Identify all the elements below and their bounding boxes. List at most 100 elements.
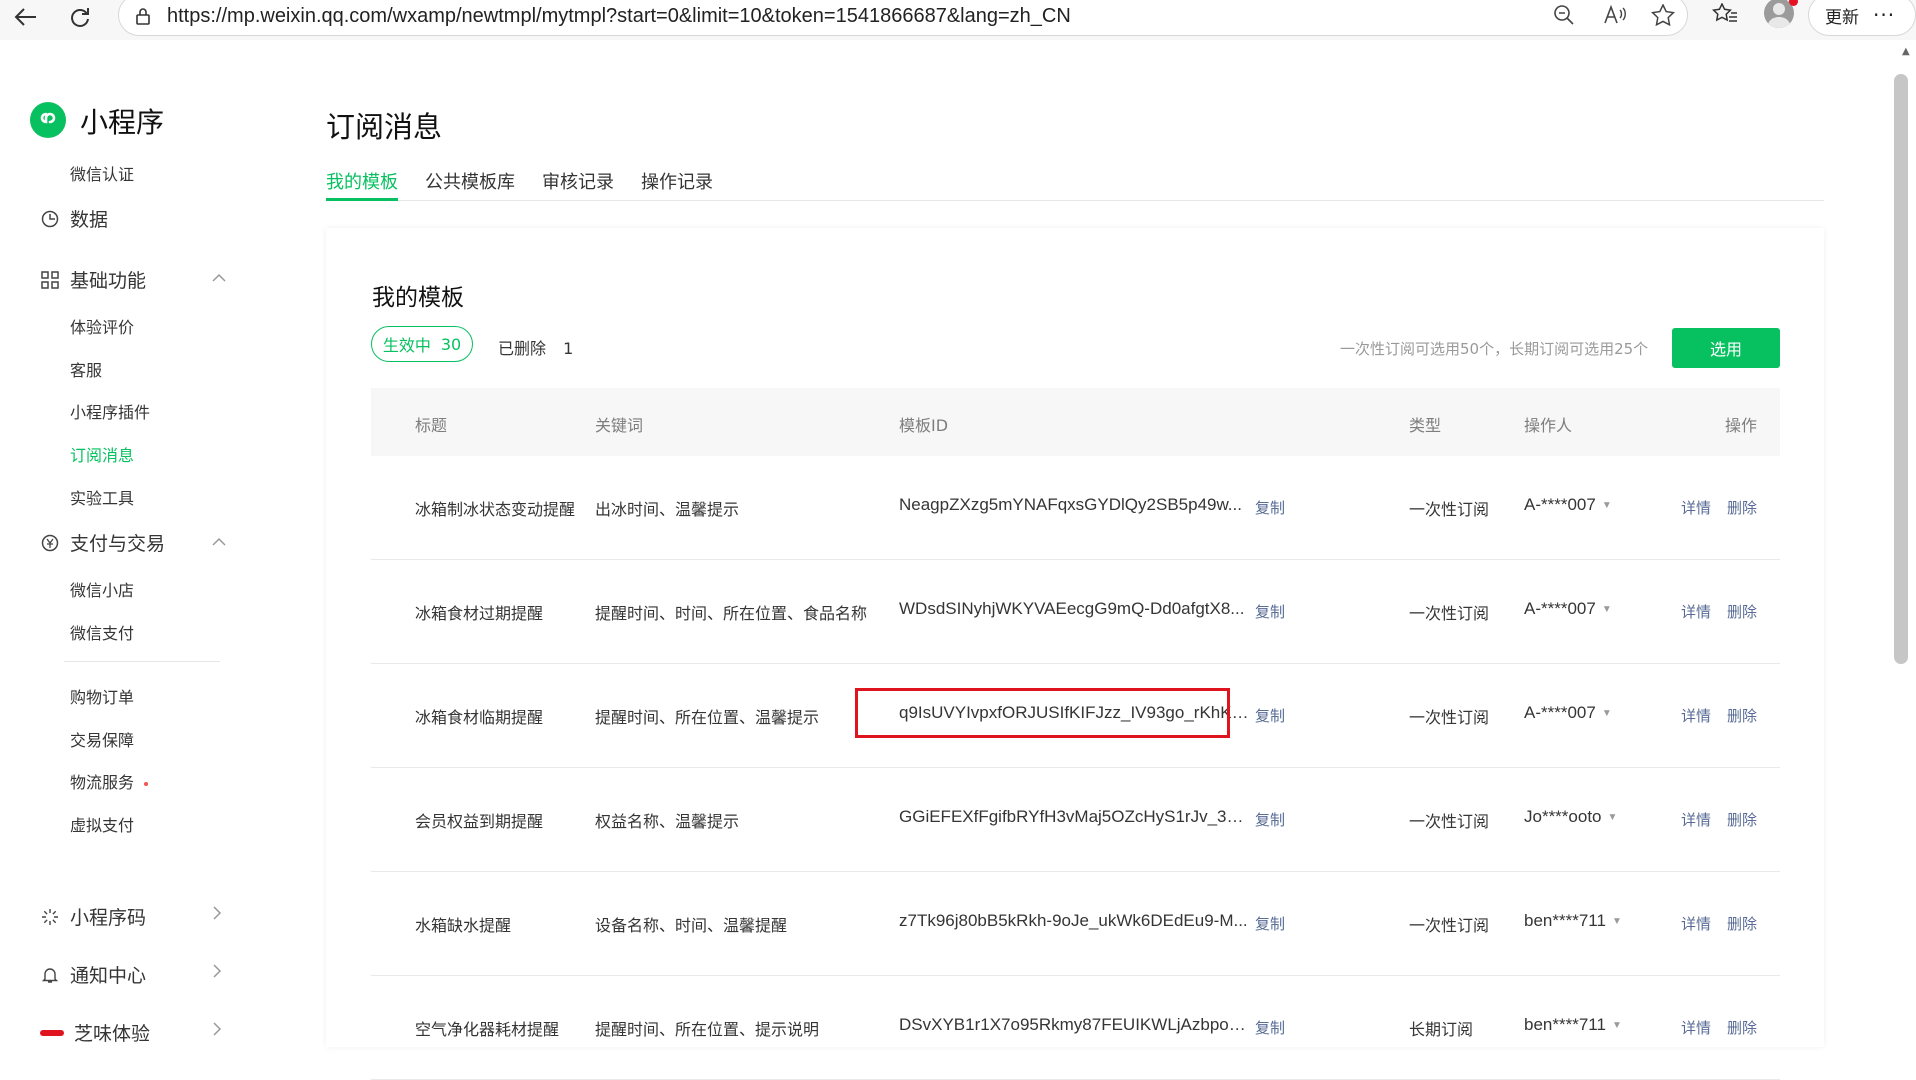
delete-link[interactable]: 删除 [1727,705,1757,726]
table-row: 冰箱制冰状态变动提醒 出冰时间、温馨提示 NeagpZXzg5mYNAFqxsGYD… [371,456,1780,560]
detail-link[interactable]: 详情 [1681,913,1711,934]
filter-label: 生效中 [382,336,431,355]
scrollbar-thumb[interactable] [1894,74,1908,664]
table-row: 水箱缺水提醒 设备名称、时间、温馨提醒 z7Tk96j80bB5kRkh-9oJe_… [371,872,1780,976]
sidebar-item-label: 数据 [70,209,109,231]
tab-public-library[interactable]: 公共模板库 [425,168,515,194]
sidebar-item-label: 物流服务 [70,773,135,792]
sidebar-item-qrcode[interactable]: 小程序码 [40,903,146,930]
filter-deleted[interactable]: 已删除 1 [498,335,573,359]
filter-active[interactable]: 生效中 30 [371,326,473,362]
copy-link[interactable]: 复制 [1255,809,1285,830]
copy-link[interactable]: 复制 [1255,913,1285,934]
sidebar-item-notify[interactable]: 通知中心 [40,961,146,988]
row-operator[interactable]: ben****711 ▼ [1524,1015,1622,1035]
read-aloud-icon[interactable] [1603,4,1627,30]
favorites-list-icon[interactable] [1711,2,1738,29]
copy-link[interactable]: 复制 [1255,705,1285,726]
sidebar-item-wechat-auth[interactable]: 微信认证 [70,161,134,185]
zoom-icon[interactable] [1553,4,1575,30]
caret-down-icon[interactable]: ▼ [1612,916,1622,927]
caret-down-icon[interactable]: ▼ [1608,812,1618,823]
sidebar-item-orders[interactable]: 购物订单 [70,684,134,708]
copy-link[interactable]: 复制 [1255,1017,1285,1038]
row-title: 空气净化器耗材提醒 [415,1020,560,1039]
row-title: 会员权益到期提醒 [415,812,544,831]
operator-name: ben****711 [1524,911,1606,930]
sidebar-item-label: 小程序码 [70,907,147,929]
miniprogram-logo-icon[interactable] [30,102,66,138]
chevron-right-icon[interactable] [212,905,222,924]
row-operator[interactable]: Jo****ooto ▼ [1524,807,1617,827]
chevron-up-icon[interactable] [212,268,226,287]
delete-link[interactable]: 删除 [1727,809,1757,830]
table-row: 会员权益到期提醒 权益名称、温馨提示 GGiEFEXfFgifbRYfH3vMaj5… [371,768,1780,872]
sidebar-item-protect[interactable]: 交易保障 [70,727,134,751]
lock-icon [135,7,151,29]
scroll-up-icon[interactable]: ▲ [1902,46,1910,57]
detail-link[interactable]: 详情 [1681,601,1711,622]
chevron-right-icon[interactable] [212,963,222,982]
filter-count: 1 [563,339,574,358]
sidebar-item-shop[interactable]: 微信小店 [70,577,134,601]
sidebar-group-basic[interactable]: 基础功能 [40,266,146,293]
address-bar[interactable]: https://mp.weixin.qq.com/wxamp/newtmpl/m… [118,0,1688,36]
detail-link[interactable]: 详情 [1681,705,1711,726]
delete-link[interactable]: 删除 [1727,601,1757,622]
sidebar-item-virtual-pay[interactable]: 虚拟支付 [70,812,134,836]
row-title: 冰箱制冰状态变动提醒 [415,500,576,519]
row-keywords: 出冰时间、温馨提示 [595,500,740,519]
detail-link[interactable]: 详情 [1681,809,1711,830]
row-template-id: WDsdSINyhjWKYVAEecgG9mQ-Dd0afgtX8... [899,599,1245,618]
row-operator[interactable]: A-****007 ▼ [1524,495,1612,515]
sidebar-divider [64,661,220,662]
row-type: 长期订阅 [1409,1020,1474,1039]
select-template-button[interactable]: 选用 [1672,328,1780,368]
detail-link[interactable]: 详情 [1681,497,1711,518]
sidebar-item-experience[interactable]: 体验评价 [70,314,134,338]
row-template-id: NeagpZXzg5mYNAFqxsGYDlQy2SB5p49w... [899,495,1242,514]
sidebar-item-logistics[interactable]: 物流服务 [70,769,149,793]
sidebar-item-zhiwei[interactable]: 芝味体验 [40,1019,150,1046]
row-operator[interactable]: A-****007 ▼ [1524,599,1612,619]
sidebar-item-lab[interactable]: 实验工具 [70,485,134,509]
copy-link[interactable]: 复制 [1255,497,1285,518]
delete-link[interactable]: 删除 [1727,1017,1757,1038]
delete-link[interactable]: 删除 [1727,497,1757,518]
table-row: 空气净化器耗材提醒 提醒时间、所在位置、提示说明 DSvXYB1r1X7o95Rkm… [371,976,1780,1080]
back-icon[interactable] [6,0,46,34]
tab-my-templates[interactable]: 我的模板 [326,168,398,194]
caret-down-icon[interactable]: ▼ [1602,604,1612,615]
sidebar-item-data[interactable]: 数据 [40,205,108,232]
copy-link[interactable]: 复制 [1255,601,1285,622]
table-header: 标题 关键词 模板ID 类型 操作人 操作 [371,388,1780,456]
row-keywords: 提醒时间、所在位置、温馨提示 [595,708,820,727]
operator-name: ben****711 [1524,1015,1606,1034]
row-type: 一次性订阅 [1409,916,1490,935]
row-operator[interactable]: A-****007 ▼ [1524,703,1612,723]
favorite-icon[interactable] [1650,3,1676,30]
chevron-right-icon[interactable] [212,1021,222,1040]
caret-down-icon[interactable]: ▼ [1602,708,1612,719]
sidebar-item-plugins[interactable]: 小程序插件 [70,399,150,423]
sidebar-item-wxpay[interactable]: 微信支付 [70,620,134,644]
caret-down-icon[interactable]: ▼ [1612,1020,1622,1031]
refresh-icon[interactable] [60,0,100,34]
row-keywords: 权益名称、温馨提示 [595,812,740,831]
more-icon[interactable]: ··· [1873,3,1895,27]
tab-operation-records[interactable]: 操作记录 [641,168,713,194]
chevron-up-icon[interactable] [212,532,226,551]
sidebar-item-subscribe[interactable]: 订阅消息 [70,442,134,466]
sidebar-item-service[interactable]: 客服 [70,357,102,381]
update-button[interactable]: 更新 ··· [1808,0,1916,36]
row-operator[interactable]: ben****711 ▼ [1524,911,1622,931]
caret-down-icon[interactable]: ▼ [1602,500,1612,511]
delete-link[interactable]: 删除 [1727,913,1757,934]
update-label: 更新 [1825,7,1859,28]
row-template-id: z7Tk96j80bB5kRkh-9oJe_ukWk6DEdEu9-M... [899,911,1248,930]
column-title: 标题 [415,416,448,435]
sidebar-group-payment[interactable]: 支付与交易 [40,529,165,556]
detail-link[interactable]: 详情 [1681,1017,1711,1038]
row-type: 一次性订阅 [1409,708,1490,727]
tab-review-records[interactable]: 审核记录 [542,168,614,194]
